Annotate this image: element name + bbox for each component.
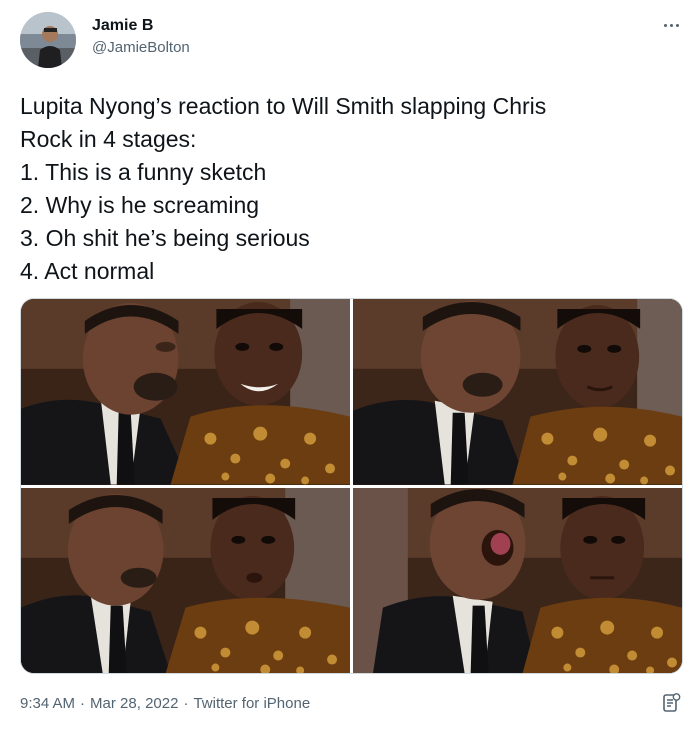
meta-separator: · [183, 695, 189, 712]
media-photo[interactable] [353, 487, 682, 673]
photo-image [21, 299, 350, 485]
tweet-time[interactable]: 9:34 AM [20, 694, 75, 714]
media-grid[interactable] [20, 298, 683, 674]
tweet-line: Rock in 4 stages: [20, 126, 197, 152]
tweet-line: 3. Oh shit he’s being serious [20, 225, 310, 251]
avatar[interactable] [20, 12, 76, 68]
tweet-card: Jamie B @JamieBolton Lupita Nyong’s reac… [0, 0, 700, 731]
tweet-text: Lupita Nyong’s reaction to Will Smith sl… [20, 90, 670, 288]
tweet-meta: 9:34 AM · Mar 28, 2022 · Twitter for iPh… [20, 694, 310, 714]
photo-image [353, 299, 682, 485]
tweet-line: Lupita Nyong’s reaction to Will Smith sl… [20, 93, 547, 119]
tweet-date[interactable]: Mar 28, 2022 [90, 694, 178, 714]
avatar-image [20, 12, 76, 68]
tweet-line: 4. Act normal [20, 258, 155, 284]
view-analytics-icon[interactable] [660, 692, 682, 714]
photo-image [353, 487, 682, 673]
media-photo[interactable] [21, 487, 350, 673]
tweet-source[interactable]: Twitter for iPhone [193, 694, 310, 714]
more-options-icon[interactable] [660, 18, 682, 32]
user-handle[interactable]: @JamieBolton [92, 38, 190, 58]
photo-image [21, 487, 350, 673]
meta-separator: · [80, 695, 86, 712]
tweet-line: 1. This is a funny sketch [20, 159, 267, 185]
display-name[interactable]: Jamie B [92, 16, 190, 36]
media-photo[interactable] [353, 299, 682, 485]
author-info: Jamie B @JamieBolton [92, 16, 190, 58]
tweet-line: 2. Why is he screaming [20, 192, 260, 218]
media-photo[interactable] [21, 299, 350, 485]
